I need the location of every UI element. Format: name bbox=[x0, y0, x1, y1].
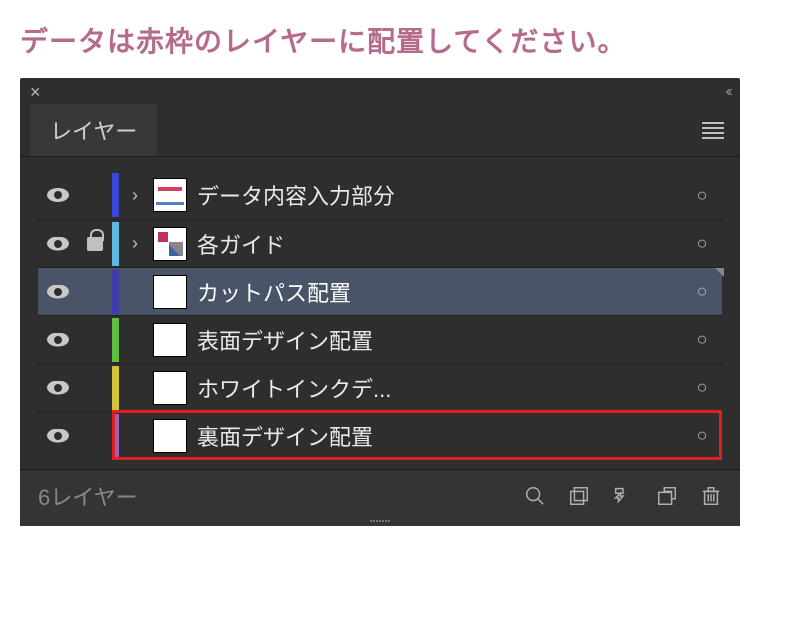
footer-icons bbox=[524, 485, 722, 507]
layer-color-swatch bbox=[112, 173, 119, 217]
target-indicator[interactable]: ○ bbox=[682, 377, 722, 398]
delete-layer-icon[interactable] bbox=[700, 485, 722, 507]
layer-name-label[interactable]: データ内容入力部分 bbox=[197, 179, 682, 211]
layer-color-swatch bbox=[112, 222, 119, 266]
eye-icon bbox=[47, 429, 69, 443]
visibility-toggle[interactable] bbox=[38, 333, 78, 347]
layer-count-label: 6レイヤー bbox=[38, 480, 138, 512]
layer-row[interactable]: › データ内容入力部分○ bbox=[38, 171, 722, 219]
eye-icon bbox=[47, 188, 69, 202]
panel-tabbar: レイヤー bbox=[20, 104, 740, 157]
target-indicator[interactable]: ○ bbox=[682, 185, 722, 206]
layer-color-swatch bbox=[112, 366, 119, 410]
layer-row[interactable]: ホワイトインクデ...○ bbox=[38, 363, 722, 411]
tab-layers[interactable]: レイヤー bbox=[30, 104, 157, 156]
collapse-panel-icon[interactable]: ‹‹ bbox=[725, 83, 730, 101]
layer-row[interactable]: カットパス配置○ bbox=[38, 267, 722, 315]
layer-thumbnail bbox=[153, 227, 187, 261]
layer-row[interactable]: 裏面デザイン配置○ bbox=[38, 411, 722, 459]
target-indicator[interactable]: ○ bbox=[682, 233, 722, 254]
visibility-toggle[interactable] bbox=[38, 381, 78, 395]
target-indicator[interactable]: ○ bbox=[682, 281, 722, 302]
layer-name-label[interactable]: ホワイトインクデ... bbox=[197, 372, 682, 404]
eye-icon bbox=[47, 285, 69, 299]
panel-footer: 6レイヤー bbox=[20, 469, 740, 520]
layer-thumbnail bbox=[153, 371, 187, 405]
locate-layer-icon[interactable] bbox=[612, 485, 634, 507]
layer-name-label[interactable]: カットパス配置 bbox=[197, 276, 682, 308]
eye-icon bbox=[47, 333, 69, 347]
find-object-icon[interactable] bbox=[524, 485, 546, 507]
layers-list: ›データ内容入力部分○›各ガイド○カットパス配置○表面デザイン配置○ホワイトイン… bbox=[20, 157, 740, 469]
layer-thumbnail bbox=[153, 178, 187, 212]
layer-color-swatch bbox=[112, 270, 119, 314]
layer-name-label[interactable]: 各ガイド bbox=[197, 228, 682, 260]
layer-row[interactable]: › 各ガイド○ bbox=[38, 219, 722, 267]
panel-menu-icon[interactable] bbox=[696, 116, 730, 145]
collect-layer-icon[interactable] bbox=[568, 485, 590, 507]
resize-grip[interactable] bbox=[20, 520, 740, 526]
layers-panel: × ‹‹ レイヤー ›データ内容入力部分○›各ガイド○カットパス配置○表面デザイ… bbox=[20, 78, 740, 526]
visibility-toggle[interactable] bbox=[38, 188, 78, 202]
target-indicator[interactable]: ○ bbox=[682, 425, 722, 446]
layer-name-label[interactable]: 表面デザイン配置 bbox=[197, 324, 682, 356]
panel-topbar: × ‹‹ bbox=[20, 78, 740, 104]
target-indicator[interactable]: ○ bbox=[682, 329, 722, 350]
new-layer-icon[interactable] bbox=[656, 485, 678, 507]
layer-thumbnail bbox=[153, 419, 187, 453]
layer-color-swatch bbox=[112, 414, 119, 458]
layer-color-swatch bbox=[112, 318, 119, 362]
visibility-toggle[interactable] bbox=[38, 429, 78, 443]
eye-icon bbox=[47, 381, 69, 395]
layer-name-label[interactable]: 裏面デザイン配置 bbox=[197, 420, 682, 452]
lock-icon bbox=[87, 237, 103, 251]
lock-toggle[interactable] bbox=[78, 237, 112, 251]
expand-toggle[interactable]: › bbox=[121, 185, 149, 206]
visibility-toggle[interactable] bbox=[38, 285, 78, 299]
layer-row[interactable]: 表面デザイン配置○ bbox=[38, 315, 722, 363]
visibility-toggle[interactable] bbox=[38, 237, 78, 251]
layer-thumbnail bbox=[153, 275, 187, 309]
eye-icon bbox=[47, 237, 69, 251]
expand-toggle[interactable]: › bbox=[121, 233, 149, 254]
layer-thumbnail bbox=[153, 323, 187, 357]
close-panel-icon[interactable]: × bbox=[30, 82, 41, 103]
instruction-text: データは赤枠のレイヤーに配置してください。 bbox=[20, 20, 780, 60]
